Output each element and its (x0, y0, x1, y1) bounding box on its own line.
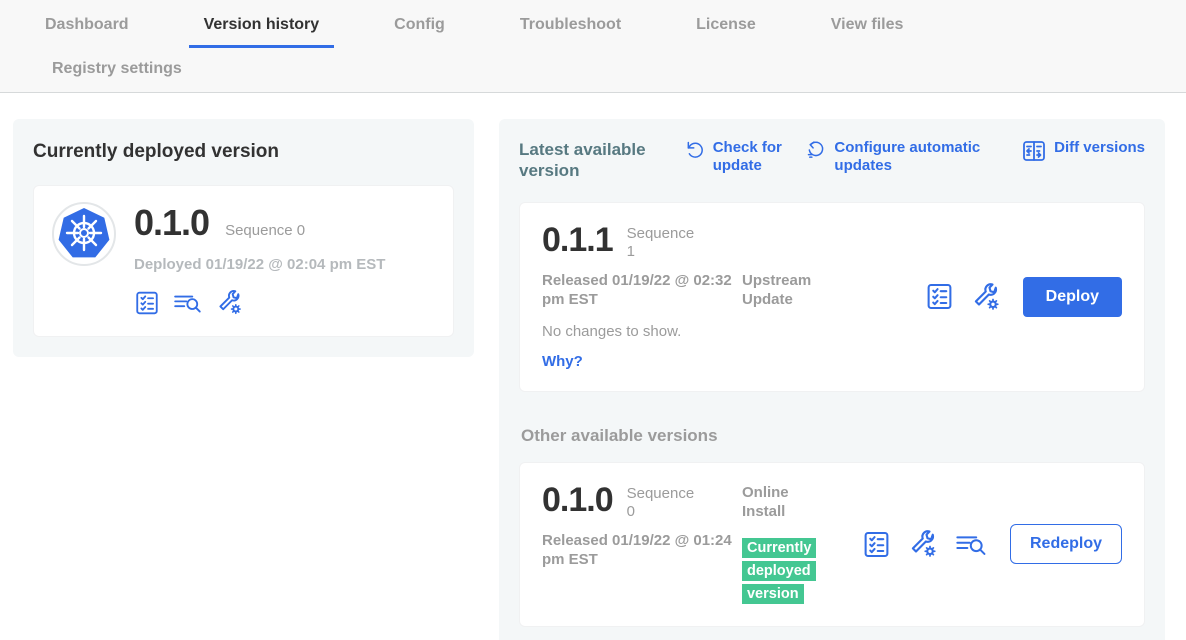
nav-primary-row: Dashboard Version history Config Trouble… (0, 6, 1186, 48)
other-versions-heading: Other available versions (521, 426, 1145, 446)
currently-deployed-panel: Currently deployed version (13, 119, 474, 357)
nav-secondary-row: Registry settings (0, 48, 1186, 92)
diff-versions-link[interactable]: Diff versions (1022, 139, 1145, 167)
other-released-timestamp: Released 01/19/22 @ 01:24 pm EST (542, 531, 732, 570)
latest-version-panel: Latest available version Check for updat… (499, 119, 1165, 640)
check-for-update-link[interactable]: Check for update (685, 139, 791, 175)
preflight-checklist-icon[interactable] (925, 282, 954, 311)
latest-version-card: 0.1.1 Sequence 1 Released 01/19/22 @ 02:… (519, 202, 1145, 392)
tab-config[interactable]: Config (379, 6, 460, 48)
auto-update-icon (806, 139, 826, 165)
deploy-logs-icon[interactable] (173, 290, 203, 316)
tab-view-files[interactable]: View files (816, 6, 919, 48)
preflight-checklist-icon[interactable] (134, 290, 160, 316)
why-link[interactable]: Why? (542, 353, 583, 370)
deployed-sequence: Sequence 0 (225, 222, 305, 239)
redeploy-button[interactable]: Redeploy (1010, 524, 1122, 564)
latest-version-info: 0.1.1 Sequence 1 Released 01/19/22 @ 02:… (542, 223, 742, 371)
currently-deployed-title: Currently deployed version (33, 141, 454, 163)
currently-deployed-badge: Currently deployed version (742, 538, 816, 605)
latest-source-column: Upstream Update (742, 223, 862, 310)
top-navigation: Dashboard Version history Config Trouble… (0, 0, 1186, 93)
edit-config-icon[interactable] (971, 282, 1001, 312)
latest-sequence: Sequence 1 (627, 223, 699, 261)
latest-source-label: Upstream Update (742, 271, 834, 310)
edit-config-icon[interactable] (216, 289, 243, 316)
deployed-timestamp: Deployed 01/19/22 @ 02:04 pm EST (134, 256, 385, 273)
other-source-label: Online Install (742, 483, 802, 522)
other-sequence: Sequence 0 (627, 483, 699, 521)
deploy-logs-icon[interactable] (955, 530, 988, 559)
latest-version-number: 0.1.1 (542, 223, 613, 257)
configure-automatic-updates-label: Configure automatic updates (834, 139, 1006, 175)
tab-troubleshoot[interactable]: Troubleshoot (505, 6, 636, 48)
no-changes-text: No changes to show. (542, 323, 742, 340)
latest-available-title: Latest available version (519, 139, 669, 182)
diff-versions-label: Diff versions (1054, 139, 1145, 157)
latest-released-timestamp: Released 01/19/22 @ 02:32 pm EST (542, 271, 732, 310)
diff-icon (1022, 139, 1046, 167)
preflight-checklist-icon[interactable] (862, 530, 891, 559)
other-version-info: 0.1.0 Sequence 0 Released 01/19/22 @ 01:… (542, 483, 742, 570)
latest-version-actions (925, 282, 1001, 312)
latest-panel-header: Latest available version Check for updat… (519, 139, 1145, 182)
deployed-version-number: 0.1.0 (134, 202, 209, 244)
tab-registry-settings[interactable]: Registry settings (37, 48, 197, 92)
main-content: Currently deployed version (0, 93, 1186, 640)
deployed-version-card: 0.1.0 Sequence 0 Deployed 01/19/22 @ 02:… (33, 185, 454, 337)
other-version-number: 0.1.0 (542, 483, 613, 517)
deployed-version-info: 0.1.0 Sequence 0 Deployed 01/19/22 @ 02:… (134, 202, 385, 316)
tab-version-history[interactable]: Version history (189, 6, 335, 48)
edit-config-icon[interactable] (908, 529, 938, 559)
refresh-icon (685, 139, 705, 165)
kubernetes-logo-icon (52, 202, 116, 316)
other-version-card: 0.1.0 Sequence 0 Released 01/19/22 @ 01:… (519, 462, 1145, 627)
configure-automatic-updates-link[interactable]: Configure automatic updates (806, 139, 1006, 175)
tab-license[interactable]: License (681, 6, 771, 48)
other-source-column: Online Install Currently deployed versio… (742, 483, 862, 606)
deploy-button[interactable]: Deploy (1023, 277, 1122, 317)
other-version-actions (862, 529, 988, 559)
check-for-update-label: Check for update (713, 139, 791, 175)
tab-dashboard[interactable]: Dashboard (30, 6, 144, 48)
